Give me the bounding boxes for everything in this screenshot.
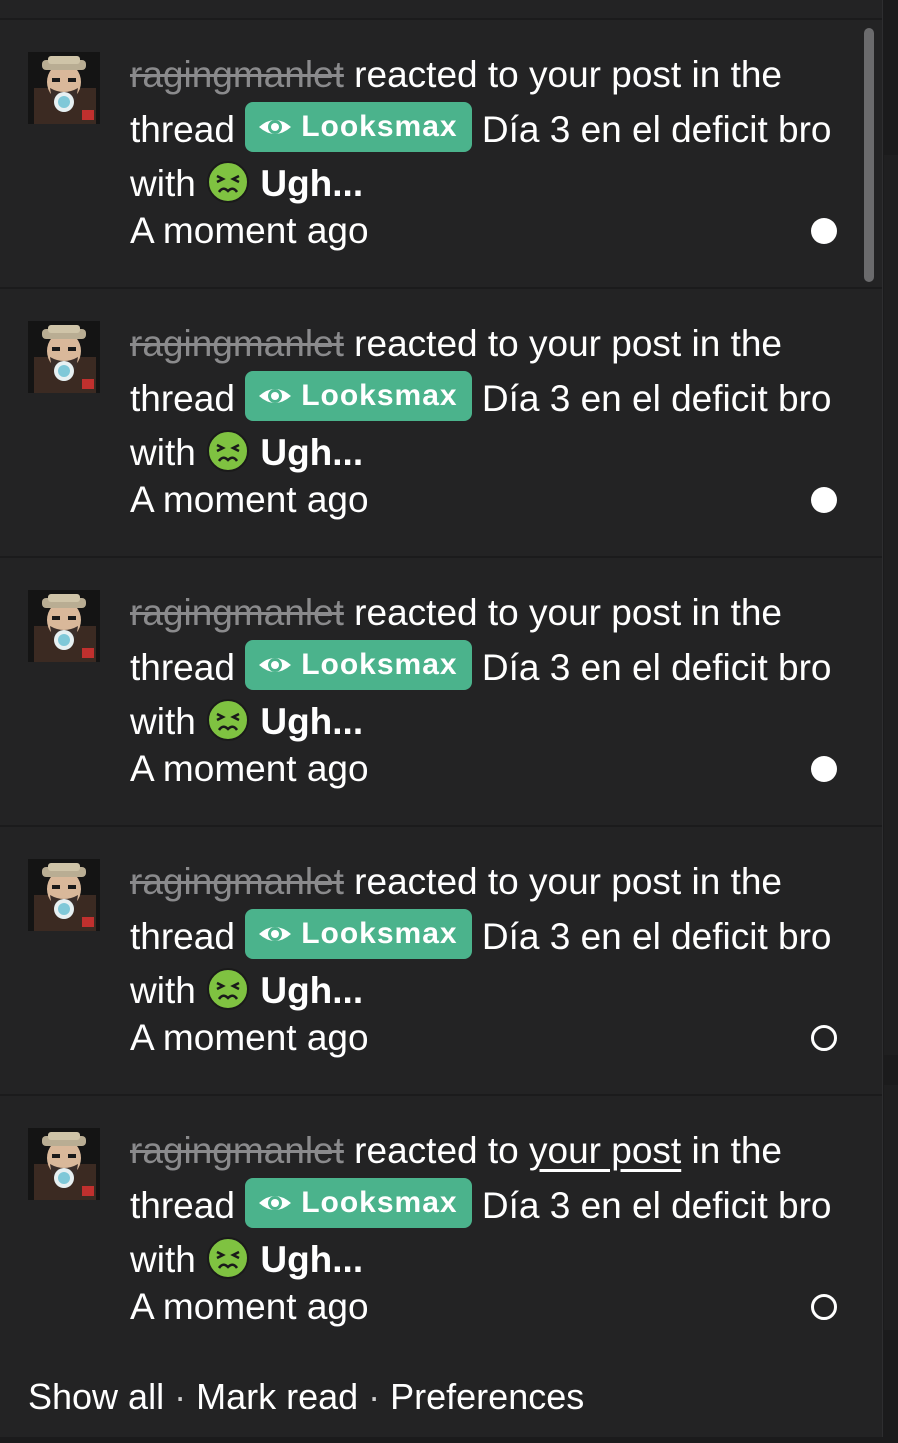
username-link[interactable]: ragingmanlet	[130, 1130, 344, 1171]
prefix-label: Looksmax	[301, 917, 458, 950]
notification-item[interactable]: ragingmanlet reacted to your post in the…	[0, 20, 882, 289]
prefix-label: Looksmax	[301, 1186, 458, 1219]
notification-item[interactable]: ragingmanlet reacted to your post in the…	[0, 1096, 882, 1365]
avatar-image	[28, 52, 100, 124]
notification-item[interactable]: ragingmanlet reacted to your post in the…	[0, 558, 882, 827]
with-text: with	[130, 432, 207, 473]
thread-title-link[interactable]: Día 3 en el deficit bro	[482, 1185, 832, 1226]
avatar-image	[28, 321, 100, 393]
with-text: with	[130, 701, 207, 742]
prefix-label: Looksmax	[301, 379, 458, 412]
popup-top-edge	[0, 0, 882, 20]
nauseated-face-emoji-icon	[207, 968, 250, 1010]
avatar[interactable]	[28, 321, 100, 393]
reaction-label: Ugh...	[260, 432, 364, 473]
action-text: reacted to	[343, 861, 530, 902]
notification-text: ragingmanlet reacted to your post in the…	[130, 855, 840, 1058]
notification-text: ragingmanlet reacted to your post in the…	[130, 317, 840, 520]
background-panel	[884, 155, 898, 1055]
timestamp: A moment ago	[130, 479, 369, 520]
prefix-label: Looksmax	[301, 110, 458, 143]
thread-prefix-badge[interactable]: Looksmax	[245, 640, 472, 690]
background-panel	[884, 1085, 898, 1330]
with-text: with	[130, 1239, 207, 1280]
reaction-label: Ugh...	[260, 970, 364, 1011]
reaction-label: Ugh...	[260, 701, 364, 742]
thread-prefix-badge[interactable]: Looksmax	[245, 371, 472, 421]
thread-title-link[interactable]: Día 3 en el deficit bro	[482, 916, 832, 957]
with-text: with	[130, 970, 207, 1011]
mark-read-toggle[interactable]	[811, 218, 837, 244]
avatar[interactable]	[28, 52, 100, 124]
preferences-link[interactable]: Preferences	[390, 1376, 584, 1417]
with-text: with	[130, 163, 207, 204]
notifications-popup: ragingmanlet reacted to your post in the…	[0, 0, 883, 1437]
notification-item[interactable]: ragingmanlet reacted to your post in the…	[0, 827, 882, 1096]
post-link[interactable]: your post	[529, 323, 681, 364]
action-text: reacted to	[343, 54, 530, 95]
eye-icon	[259, 658, 292, 672]
username-link[interactable]: ragingmanlet	[130, 323, 344, 364]
avatar[interactable]	[28, 1128, 100, 1200]
notification-text: ragingmanlet reacted to your post in the…	[130, 586, 840, 789]
action-text: reacted to	[343, 323, 530, 364]
notification-item[interactable]: ragingmanlet reacted to your post in the…	[0, 289, 882, 558]
post-link[interactable]: your post	[529, 1130, 681, 1171]
mark-unread-toggle[interactable]	[811, 1294, 837, 1320]
mark-unread-toggle[interactable]	[811, 1025, 837, 1051]
action-text: reacted to	[343, 592, 530, 633]
background-page-edge	[884, 0, 898, 1437]
footer-links: Show all · Mark read · Preferences	[28, 1351, 584, 1443]
username-link[interactable]: ragingmanlet	[130, 861, 344, 902]
timestamp: A moment ago	[130, 1286, 369, 1327]
mark-read-toggle[interactable]	[811, 756, 837, 782]
username-link[interactable]: ragingmanlet	[130, 54, 344, 95]
username-link[interactable]: ragingmanlet	[130, 592, 344, 633]
avatar-image	[28, 1128, 100, 1200]
mark-read-toggle[interactable]	[811, 487, 837, 513]
reaction-label: Ugh...	[260, 1239, 364, 1280]
avatar-image	[28, 859, 100, 931]
nauseated-face-emoji-icon	[207, 1237, 250, 1279]
thread-prefix-badge[interactable]: Looksmax	[245, 1178, 472, 1228]
avatar-image	[28, 590, 100, 662]
show-all-link[interactable]: Show all	[28, 1376, 164, 1417]
notification-text: ragingmanlet reacted to your post in the…	[130, 48, 840, 251]
timestamp: A moment ago	[130, 210, 369, 251]
reaction-label: Ugh...	[260, 163, 364, 204]
popup-footer: Show all · Mark read · Preferences	[0, 1345, 882, 1437]
post-link[interactable]: your post	[529, 54, 681, 95]
thread-title-link[interactable]: Día 3 en el deficit bro	[482, 109, 832, 150]
action-text: reacted to	[343, 1130, 530, 1171]
footer-separator: ·	[368, 1376, 381, 1417]
notification-text: ragingmanlet reacted to your post in the…	[130, 1124, 840, 1327]
eye-icon	[259, 389, 292, 403]
avatar[interactable]	[28, 590, 100, 662]
avatar[interactable]	[28, 859, 100, 931]
scrollbar-thumb[interactable]	[864, 28, 874, 282]
post-link[interactable]: your post	[529, 592, 681, 633]
nauseated-face-emoji-icon	[207, 699, 250, 741]
timestamp: A moment ago	[130, 1017, 369, 1058]
thread-prefix-badge[interactable]: Looksmax	[245, 909, 472, 959]
thread-title-link[interactable]: Día 3 en el deficit bro	[482, 647, 832, 688]
eye-icon	[259, 1196, 292, 1210]
eye-icon	[259, 927, 292, 941]
notification-list: ragingmanlet reacted to your post in the…	[0, 20, 882, 1365]
nauseated-face-emoji-icon	[207, 161, 250, 203]
prefix-label: Looksmax	[301, 648, 458, 681]
footer-separator: ·	[174, 1376, 187, 1417]
eye-icon	[259, 120, 292, 134]
thread-prefix-badge[interactable]: Looksmax	[245, 102, 472, 152]
thread-title-link[interactable]: Día 3 en el deficit bro	[482, 378, 832, 419]
timestamp: A moment ago	[130, 748, 369, 789]
nauseated-face-emoji-icon	[207, 430, 250, 472]
post-link[interactable]: your post	[529, 861, 681, 902]
mark-read-link[interactable]: Mark read	[196, 1376, 358, 1417]
